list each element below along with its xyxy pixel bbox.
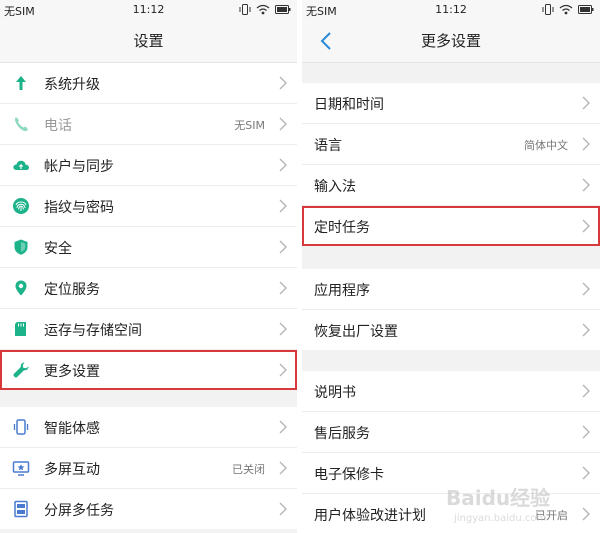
battery-icon	[275, 5, 291, 14]
phone-icon	[15, 117, 28, 132]
chevron-right-icon	[582, 323, 590, 337]
settings-item-label: 运存与存储空间	[44, 323, 142, 339]
chevron-right-icon	[279, 322, 287, 336]
chevron-right-icon	[582, 384, 590, 398]
sim-status-value: 无SIM	[234, 119, 265, 132]
settings-item-label: 语言	[314, 138, 342, 154]
settings-item-label: 电子保修卡	[314, 467, 384, 483]
chevron-right-icon	[582, 96, 590, 110]
settings-item-input-method[interactable]: 输入法	[302, 165, 600, 206]
chevron-right-icon	[279, 76, 287, 90]
chevron-right-icon	[279, 158, 287, 172]
settings-item-multi-screen[interactable]: 多屏互动 已关闭	[0, 448, 297, 489]
chevron-right-icon	[279, 461, 287, 475]
more-settings-group-1: 日期和时间 语言 简体中文 输入法 定时任务	[302, 83, 600, 246]
more-settings-screen: 无SIM 11:12 更多设置 日期和时间 语言 简体中文 输入法 定时任务 应…	[302, 0, 600, 533]
chevron-right-icon	[582, 425, 590, 439]
settings-item-label: 帐户与同步	[44, 159, 114, 175]
settings-item-scheduled-tasks[interactable]: 定时任务	[302, 206, 600, 246]
settings-item-label: 定位服务	[44, 282, 100, 298]
settings-item-smart-motion[interactable]: 智能体感	[0, 407, 297, 448]
sd-card-icon	[15, 322, 26, 336]
wifi-icon	[256, 4, 270, 15]
settings-item-label: 应用程序	[314, 283, 370, 299]
fingerprint-icon	[13, 198, 29, 214]
chevron-right-icon	[582, 137, 590, 151]
title-bar: 更多设置	[302, 20, 600, 63]
watermark-url: jingyan.baidu.com	[453, 513, 546, 524]
settings-item-label: 说明书	[314, 385, 356, 401]
settings-item-label: 恢复出厂设置	[314, 324, 398, 340]
settings-item-storage[interactable]: 运存与存储空间	[0, 309, 297, 350]
settings-item-label: 安全	[44, 241, 72, 257]
settings-item-label: 电话	[44, 118, 72, 134]
settings-group-main: 系统升级 电话 无SIM 帐户与同步 指纹与密码 安全 定位服务 运存与存储空间…	[0, 63, 297, 390]
settings-item-label: 输入法	[314, 179, 356, 195]
language-value: 简体中文	[524, 139, 568, 152]
settings-item-fingerprint-password[interactable]: 指纹与密码	[0, 186, 297, 227]
page-title: 设置	[133, 32, 164, 50]
page-title: 更多设置	[420, 32, 481, 50]
settings-item-applications[interactable]: 应用程序	[302, 269, 600, 310]
chevron-right-icon	[582, 178, 590, 192]
baidu-jingyan-watermark: Baidu经验 jingyan.baidu.com	[446, 486, 550, 524]
chevron-right-icon	[279, 420, 287, 434]
more-settings-group-2: 应用程序 恢复出厂设置	[302, 269, 600, 350]
settings-screen: 无SIM 11:12 设置 系统升级 电话 无SIM 帐户与同步 指纹与密码 安…	[0, 0, 297, 533]
settings-item-label: 用户体验改进计划	[314, 508, 426, 524]
settings-item-date-time[interactable]: 日期和时间	[302, 83, 600, 124]
watermark-brand: Baidu经验	[446, 486, 550, 510]
wrench-icon	[13, 362, 29, 378]
screen-cast-icon	[12, 461, 30, 476]
chevron-right-icon	[279, 363, 287, 377]
chevron-right-icon	[279, 240, 287, 254]
chevron-right-icon	[279, 117, 287, 131]
wifi-icon	[559, 4, 573, 15]
chevron-right-icon	[279, 502, 287, 516]
settings-item-more-settings[interactable]: 更多设置	[0, 350, 297, 390]
settings-item-split-screen[interactable]: 分屏多任务	[0, 489, 297, 529]
settings-item-label: 定时任务	[314, 220, 370, 236]
settings-item-system-update[interactable]: 系统升级	[0, 63, 297, 104]
settings-item-after-sales[interactable]: 售后服务	[302, 412, 600, 453]
settings-item-factory-reset[interactable]: 恢复出厂设置	[302, 310, 600, 350]
settings-item-language[interactable]: 语言 简体中文	[302, 124, 600, 165]
status-bar: 无SIM 11:12	[0, 0, 297, 20]
chevron-right-icon	[279, 199, 287, 213]
phone-vibrate-icon	[13, 419, 29, 435]
settings-item-security[interactable]: 安全	[0, 227, 297, 268]
settings-item-label: 系统升级	[44, 77, 100, 93]
settings-group-smart: 智能体感 多屏互动 已关闭 分屏多任务	[0, 407, 297, 529]
chevron-right-icon	[582, 219, 590, 233]
vibrate-icon	[542, 4, 554, 15]
status-bar: 无SIM 11:12	[302, 0, 600, 20]
chevron-right-icon	[279, 281, 287, 295]
settings-item-label: 指纹与密码	[44, 200, 114, 216]
chevron-right-icon	[582, 282, 590, 296]
title-bar: 设置	[0, 20, 297, 63]
settings-item-label: 智能体感	[44, 421, 100, 437]
location-pin-icon	[15, 280, 27, 296]
settings-item-location[interactable]: 定位服务	[0, 268, 297, 309]
settings-item-label: 更多设置	[44, 364, 100, 380]
settings-item-phone[interactable]: 电话 无SIM	[0, 104, 297, 145]
shield-icon	[14, 239, 28, 255]
settings-item-label: 日期和时间	[314, 97, 384, 113]
settings-item-accounts-sync[interactable]: 帐户与同步	[0, 145, 297, 186]
settings-item-label: 分屏多任务	[44, 503, 114, 519]
multi-screen-status-value: 已关闭	[232, 463, 265, 476]
settings-item-manual[interactable]: 说明书	[302, 371, 600, 412]
chevron-right-icon	[582, 466, 590, 480]
up-arrow-icon	[16, 76, 26, 90]
settings-item-label: 售后服务	[314, 426, 370, 442]
battery-icon	[578, 5, 594, 14]
split-screen-icon	[14, 500, 28, 518]
cloud-icon	[13, 160, 29, 170]
vibrate-icon	[239, 4, 251, 15]
settings-item-label: 多屏互动	[44, 462, 100, 478]
